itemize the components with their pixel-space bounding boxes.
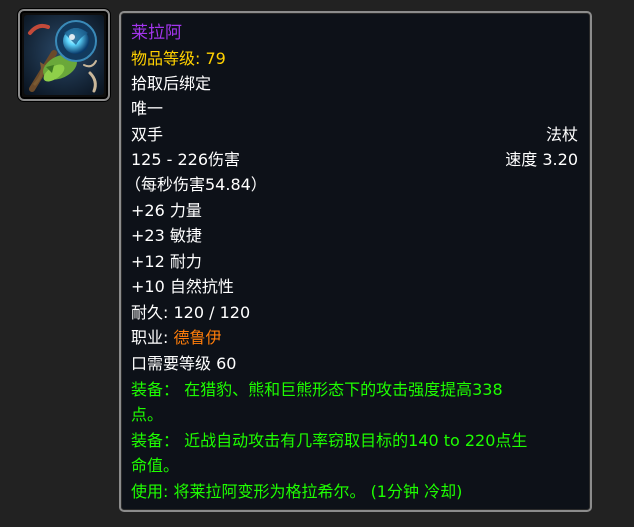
stat-stamina: +12 耐力 [131, 252, 202, 271]
item-level-label: 物品等级: [131, 49, 201, 68]
damage-line: 125 - 226伤害 速度 3.20 [131, 147, 578, 172]
equip-effect-2: 装备： 近战自动攻击有几率窃取目标的140 to 220点生 [131, 431, 528, 450]
item-level-value: 79 [205, 49, 226, 68]
required-level-text: 口需要等级 60 [131, 354, 237, 373]
equip-effect-1-cont: 点。 [131, 405, 164, 424]
class-label: 职业: [131, 328, 174, 347]
equip-effect-1: 装备： 在猎豹、熊和巨熊形态下的攻击强度提高338 [131, 380, 503, 399]
stat-nature-resistance: +10 自然抗性 [131, 277, 234, 296]
item-tooltip: 莱拉阿 物品等级: 79 拾取后绑定 唯一 双手 法杖 125 - 226伤害 … [119, 11, 592, 512]
unique-text: 唯一 [131, 99, 164, 118]
slot-text: 双手 [131, 125, 164, 144]
class-line: 职业: 德鲁伊 [131, 325, 578, 350]
staff-item-icon [24, 15, 104, 95]
item-name: 莱拉阿 [131, 23, 182, 43]
stat-strength: +26 力量 [131, 201, 202, 220]
binding-text: 拾取后绑定 [131, 74, 212, 93]
equip-effect-2-cont: 命值。 [131, 456, 180, 475]
durability-text: 耐久: 120 / 120 [131, 303, 251, 322]
dps-text: （每秒伤害54.84） [125, 175, 267, 194]
weapon-type-text: 法杖 [545, 125, 578, 144]
slot-line: 双手 法杖 [131, 122, 578, 147]
damage-text: 125 - 226伤害 [131, 150, 241, 169]
item-icon-frame[interactable] [18, 9, 110, 101]
stat-agility: +23 敏捷 [131, 226, 202, 245]
use-effect: 使用: 将莱拉阿变形为格拉希尔。 (1分钟 冷却) [131, 482, 463, 501]
speed-text: 速度 3.20 [505, 150, 578, 169]
class-value: 德鲁伊 [173, 328, 222, 347]
item-level-line: 物品等级: 79 [131, 46, 578, 71]
